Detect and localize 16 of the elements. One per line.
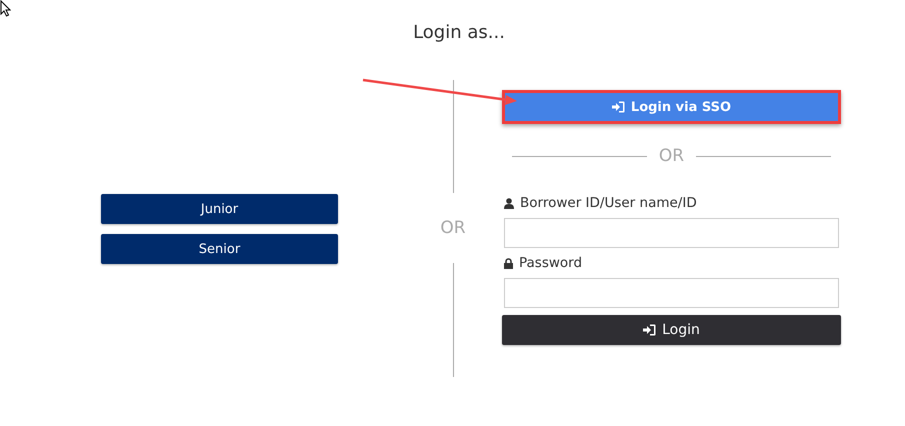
field-label: Borrower ID/User name/ID bbox=[520, 195, 697, 211]
group-button[interactable]: Junior bbox=[101, 194, 338, 224]
sign-in-icon bbox=[612, 101, 625, 113]
lock-icon bbox=[504, 258, 513, 268]
user-icon bbox=[504, 198, 514, 208]
or-label: OR bbox=[440, 217, 466, 240]
field-label: Password bbox=[519, 255, 582, 271]
sso-login-button[interactable]: Login via SSO bbox=[502, 90, 841, 124]
page-title: Login as... bbox=[413, 24, 505, 42]
input-field[interactable] bbox=[504, 218, 839, 248]
or-label: OR bbox=[658, 146, 686, 166]
mouse-pointer-icon bbox=[0, 0, 11, 17]
login-button[interactable]: Login bbox=[502, 315, 841, 345]
input-field[interactable] bbox=[504, 278, 839, 308]
group-button[interactable]: Senior bbox=[101, 234, 338, 264]
sign-in-icon bbox=[643, 324, 656, 336]
